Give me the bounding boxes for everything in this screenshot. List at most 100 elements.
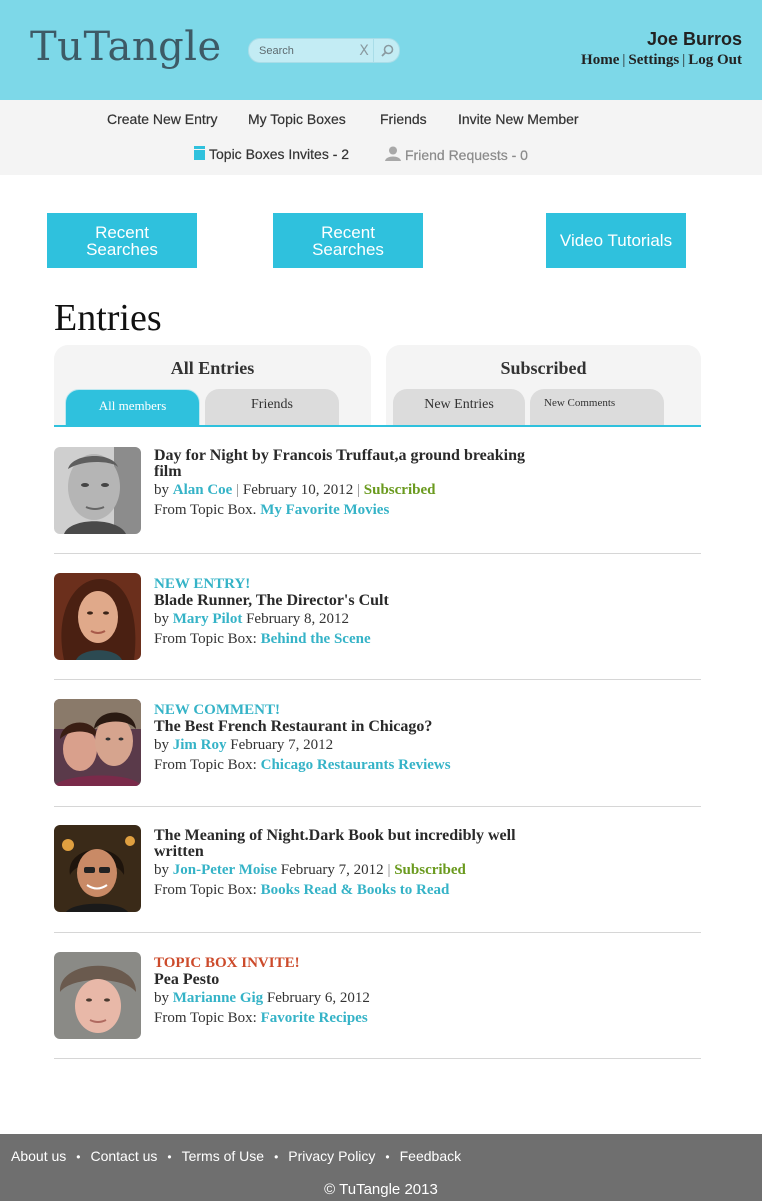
nav-friends[interactable]: Friends <box>380 111 427 127</box>
entry-text: Day for Night by Francois Truffaut,a gro… <box>154 448 554 520</box>
entry-byline: by Mary Pilot February 8, 2012 <box>154 609 554 629</box>
subscribed-badge: Subscribed <box>394 862 466 878</box>
subscribed-title: Subscribed <box>500 358 587 378</box>
topic-box-link[interactable]: My Favorite Movies <box>260 502 389 518</box>
author-link[interactable]: Jon-Peter Moise <box>173 862 277 878</box>
entry-byline: by Alan Coe | February 10, 2012 | Subscr… <box>154 480 554 500</box>
entry-from: From Topic Box: Chicago Restaurants Revi… <box>154 755 554 775</box>
topic-box-link[interactable]: Favorite Recipes <box>261 1010 368 1026</box>
from-label: From Topic Box: <box>154 757 257 773</box>
copyright: © TuTangle 2013 <box>324 1181 438 1198</box>
search-button[interactable] <box>373 39 400 63</box>
all-entries-title: All Entries <box>170 358 255 378</box>
entry-item: NEW ENTRY! Blade Runner, The Director's … <box>54 573 701 693</box>
entry-title[interactable]: Blade Runner, The Director's Cult <box>154 593 554 609</box>
separator: | <box>682 52 686 68</box>
from-label: From Topic Box: <box>154 631 257 647</box>
person-icon <box>385 146 401 161</box>
tab-underline <box>54 425 701 427</box>
nav-create-new-entry[interactable]: Create New Entry <box>107 111 218 127</box>
from-label: From Topic Box. <box>154 502 257 518</box>
avatar[interactable] <box>54 952 141 1039</box>
avatar[interactable] <box>54 573 141 660</box>
entry-date: February 7, 2012 <box>280 862 384 878</box>
entry-item: The Meaning of Night.Dark Book but incre… <box>54 825 701 945</box>
subscribed-panel: Subscribed New Entries New Comments <box>386 345 701 427</box>
tab-all-members[interactable]: All members <box>65 389 200 427</box>
recent-searches-button[interactable]: Recent Searches <box>47 213 197 268</box>
entry-text: NEW ENTRY! Blade Runner, The Director's … <box>154 576 554 649</box>
author-link[interactable]: Marianne Gig <box>173 990 263 1006</box>
by-label: by <box>154 862 169 878</box>
divider <box>54 1058 701 1059</box>
entry-date: February 8, 2012 <box>246 611 349 627</box>
divider <box>54 932 701 933</box>
entry-byline: by Jon-Peter Moise February 7, 2012 | Su… <box>154 860 554 880</box>
friend-requests-link[interactable]: Friend Requests - 0 <box>385 146 528 163</box>
divider <box>54 553 701 554</box>
bullet: • <box>385 1150 390 1164</box>
logout-link[interactable]: Log Out <box>688 52 742 68</box>
entry-text: The Meaning of Night.Dark Book but incre… <box>154 828 554 900</box>
user-links: Home | Settings | Log Out <box>581 52 742 69</box>
avatar[interactable] <box>54 699 141 786</box>
bullet: • <box>167 1150 172 1164</box>
subscribed-badge: Subscribed <box>363 482 436 498</box>
entry-date: February 7, 2012 <box>230 737 334 753</box>
topic-box-link[interactable]: Books Read & Books to Read <box>261 882 450 898</box>
video-tutorials-button[interactable]: Video Tutorials <box>546 213 686 268</box>
entry-text: NEW COMMENT! The Best French Restaurant … <box>154 702 554 775</box>
entry-title[interactable]: Pea Pesto <box>154 972 554 988</box>
entry-item: Day for Night by Francois Truffaut,a gro… <box>54 447 701 567</box>
divider <box>54 806 701 807</box>
by-label: by <box>154 611 169 627</box>
bullet: • <box>76 1150 81 1164</box>
author-link[interactable]: Jim Roy <box>173 737 227 753</box>
search-box: X <box>248 38 400 63</box>
home-link[interactable]: Home <box>581 52 619 68</box>
entry-text: TOPIC BOX INVITE! Pea Pesto by Marianne … <box>154 955 554 1028</box>
tab-new-entries[interactable]: New Entries <box>393 389 525 427</box>
footer: About us • Contact us • Terms of Use • Privacy… <box>0 1134 762 1201</box>
topic-box-link[interactable]: Chicago Restaurants Reviews <box>261 757 451 773</box>
entry-title[interactable]: Day for Night by Francois Truffaut,a gro… <box>154 448 554 480</box>
site-logo[interactable]: TuTangle <box>30 24 222 70</box>
entry-byline: by Marianne Gig February 6, 2012 <box>154 988 554 1008</box>
page-title: Entries <box>54 297 162 339</box>
author-link[interactable]: Mary Pilot <box>173 611 243 627</box>
privacy-policy-link[interactable]: Privacy Policy <box>288 1148 375 1164</box>
author-link[interactable]: Alan Coe <box>173 482 233 498</box>
avatar[interactable] <box>54 825 141 912</box>
main-nav: Create New Entry My Topic Boxes Friends … <box>0 100 762 175</box>
from-label: From Topic Box: <box>154 1010 257 1026</box>
footer-links: About us • Contact us • Terms of Use • Privacy… <box>11 1148 461 1164</box>
entry-byline: by Jim Roy February 7, 2012 <box>154 735 554 755</box>
topic-box-link[interactable]: Behind the Scene <box>261 631 371 647</box>
feedback-link[interactable]: Feedback <box>400 1148 461 1164</box>
divider <box>54 679 701 680</box>
contact-us-link[interactable]: Contact us <box>90 1148 157 1164</box>
terms-of-use-link[interactable]: Terms of Use <box>182 1148 264 1164</box>
avatar[interactable] <box>54 447 141 534</box>
nav-invite-new-member[interactable]: Invite New Member <box>458 111 579 127</box>
entry-title[interactable]: The Best French Restaurant in Chicago? <box>154 719 554 735</box>
friend-requests-label: Friend Requests - 0 <box>405 147 528 163</box>
tab-friends[interactable]: Friends <box>205 389 339 427</box>
topic-box-invites-label: Topic Boxes Invites - 2 <box>209 146 350 162</box>
clear-search-icon[interactable]: X <box>355 41 373 61</box>
nav-my-topic-boxes[interactable]: My Topic Boxes <box>248 111 346 127</box>
tab-new-comments[interactable]: New Comments <box>530 389 664 427</box>
search-input[interactable] <box>259 43 355 59</box>
recent-searches-button-2[interactable]: Recent Searches <box>273 213 423 268</box>
by-label: by <box>154 990 169 1006</box>
settings-link[interactable]: Settings <box>628 52 679 68</box>
topic-box-invites-link[interactable]: Topic Boxes Invites - 2 <box>194 146 349 162</box>
entry-date: February 10, 2012 <box>242 482 354 498</box>
about-us-link[interactable]: About us <box>11 1148 66 1164</box>
separator: | <box>387 862 391 878</box>
separator: | <box>357 482 361 498</box>
entry-title[interactable]: The Meaning of Night.Dark Book but incre… <box>154 828 554 860</box>
topic-box-icon <box>194 146 205 160</box>
topic-box-invite-flag: TOPIC BOX INVITE! <box>154 955 300 971</box>
entry-item: NEW COMMENT! The Best French Restaurant … <box>54 699 701 819</box>
